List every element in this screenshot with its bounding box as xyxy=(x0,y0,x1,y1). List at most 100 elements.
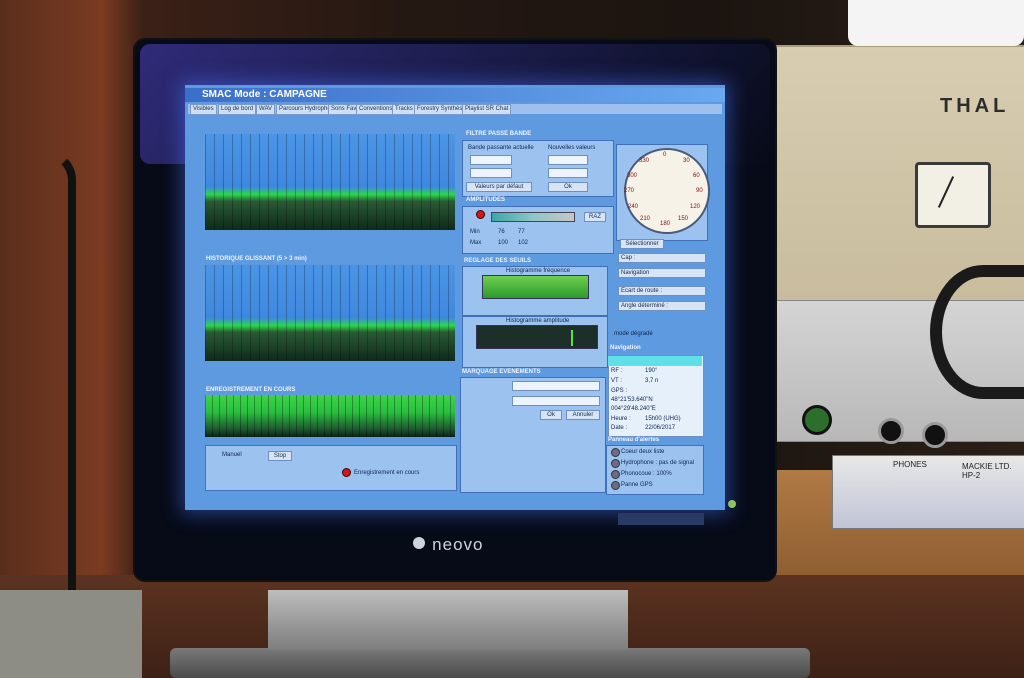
app-title: SMAC Mode : CAMPAGNE xyxy=(202,89,327,100)
event-ok-button[interactable]: Ok xyxy=(540,410,562,420)
max-label: Max xyxy=(470,240,482,246)
event-type-select[interactable] xyxy=(512,381,600,391)
nav-row-rf: RF : xyxy=(611,368,623,374)
keyboard xyxy=(170,648,810,678)
event-cancel-button[interactable]: Annuler xyxy=(566,410,600,420)
max-b: 102 xyxy=(518,240,529,246)
nav-field-cap[interactable]: Cap : xyxy=(618,253,706,263)
compass-label-330: 330 xyxy=(639,158,650,164)
compass-label-150: 150 xyxy=(678,216,689,222)
tab-6[interactable]: Tracks xyxy=(392,104,416,115)
tab-5[interactable]: Conventions xyxy=(356,104,396,115)
monitor-stand xyxy=(268,590,628,650)
alert-item-3: Panne GPS xyxy=(621,482,653,488)
waterfall-recording xyxy=(205,395,455,437)
compass-label-90: 90 xyxy=(696,188,703,194)
tab-4[interactable]: Sons Fav xyxy=(328,104,360,115)
alert-item-1: Hydrophone : pas de signal xyxy=(621,460,695,466)
waterfall-live xyxy=(205,134,455,230)
alert-led-1 xyxy=(611,459,620,468)
ceiling-light xyxy=(848,0,1024,46)
history-heading: HISTORIQUE GLISSANT (5 > 3 min) xyxy=(206,256,307,262)
alert-item-0: Coeur deux liste xyxy=(621,449,665,455)
filter-current-label: Bande passante actuelle xyxy=(468,145,534,151)
filter-current-high xyxy=(470,168,512,178)
amplitude-led xyxy=(476,210,485,219)
tab-8[interactable]: Playlist SR Chat xyxy=(462,104,512,115)
amplitude-heading: AMPLITUDES xyxy=(466,197,505,203)
tab-0[interactable]: Visibles xyxy=(190,104,217,115)
alert-led-0 xyxy=(611,448,620,457)
filter-current-low xyxy=(470,155,512,165)
recording-heading: ENREGISTREMENT EN COURS xyxy=(206,387,296,393)
filter-new-low[interactable] xyxy=(548,155,588,165)
nav-row-time: Heure : xyxy=(611,416,631,422)
manual-label: Manuel xyxy=(222,452,242,458)
nav-row-vt: VT : xyxy=(611,378,622,384)
filter-new-high[interactable] xyxy=(548,168,588,178)
recording-panel xyxy=(205,445,457,491)
depth-bar xyxy=(608,356,702,366)
audio-jack-2[interactable] xyxy=(922,422,948,448)
waterfall-history xyxy=(205,265,455,361)
phones-label: PHONES xyxy=(893,460,927,469)
stone-block xyxy=(0,590,142,678)
compass-label-300: 300 xyxy=(627,173,638,179)
nav-row-lat: 48°21'53.640"N xyxy=(611,397,653,403)
nav-field-angle[interactable]: Angle déterminé : xyxy=(618,301,706,311)
alerts-heading: Panneau d'alertes xyxy=(608,437,660,443)
filter-default-button[interactable]: Valeurs par défaut xyxy=(466,182,532,192)
filter-heading: FILTRE PASSE BANDE xyxy=(466,131,532,137)
filter-ok-button[interactable]: Ok xyxy=(548,182,588,192)
nav-rf-value: 190° xyxy=(645,368,658,374)
amp-hist-label: Histogramme amplitude xyxy=(506,318,570,324)
nav-row-lon: 004°29'48.240"E xyxy=(611,406,656,412)
coiled-cable xyxy=(0,150,76,636)
freq-hist-label: Histogramme fréquence xyxy=(506,268,571,274)
freq-histogram xyxy=(482,275,589,299)
nav-field-ecart[interactable]: Ecart de route : xyxy=(618,286,706,296)
min-b: 77 xyxy=(518,229,525,235)
compass-label-240: 240 xyxy=(628,204,639,210)
analog-meter xyxy=(915,162,991,228)
max-a: 100 xyxy=(498,240,509,246)
compass-label-120: 120 xyxy=(690,204,701,210)
event-comment-field[interactable] xyxy=(512,396,600,406)
navigation-heading: Navigation xyxy=(610,345,641,351)
compass-label-30: 30 xyxy=(683,158,690,164)
amp-histogram xyxy=(476,325,598,349)
interface-brand: MACKIE LTD. HP-2 xyxy=(962,462,1012,480)
nav-field-navigation[interactable]: Navigation xyxy=(618,268,706,278)
mode-label: mode dégradé xyxy=(614,331,653,337)
events-panel xyxy=(460,377,606,493)
nav-row-date: Date : xyxy=(611,425,628,431)
audio-jack-1[interactable] xyxy=(878,418,904,444)
recording-status: Enregistrement en cours xyxy=(354,470,420,476)
nav-date-value: 22/06/2017 xyxy=(645,425,676,431)
alert-led-2 xyxy=(611,470,620,479)
power-led xyxy=(728,500,736,508)
compass-label-60: 60 xyxy=(693,173,700,179)
thresholds-heading: REGLAGE DES SEUILS xyxy=(464,258,532,264)
nav-row-gps: GPS : xyxy=(611,388,628,394)
stop-button[interactable]: Stop xyxy=(268,451,292,461)
alert-item-2: Phonocoue : 100% xyxy=(621,471,672,477)
tab-7[interactable]: Forestry Synthèse xyxy=(414,104,469,115)
raz-button[interactable]: RAZ xyxy=(584,212,606,222)
recording-led xyxy=(342,468,351,477)
select-button[interactable]: Sélectionner xyxy=(620,239,664,249)
amp-peak xyxy=(571,330,573,346)
monitor-brand: neovo xyxy=(432,535,484,554)
tab-2[interactable]: WAV xyxy=(256,104,275,115)
volume-knob[interactable] xyxy=(802,405,832,435)
filter-new-label: Nouvelles valeurs xyxy=(548,145,596,151)
rack-brand: THAL xyxy=(940,95,1010,117)
compass-label-180: 180 xyxy=(660,221,671,227)
compass-label-270: 270 xyxy=(624,188,635,194)
alert-led-3 xyxy=(611,481,620,490)
min-a: 76 xyxy=(498,229,505,235)
tab-1[interactable]: Log de bord xyxy=(218,104,257,115)
min-label: Min xyxy=(470,229,480,235)
amplitude-bar xyxy=(491,212,575,222)
compass-label-210: 210 xyxy=(640,216,651,222)
